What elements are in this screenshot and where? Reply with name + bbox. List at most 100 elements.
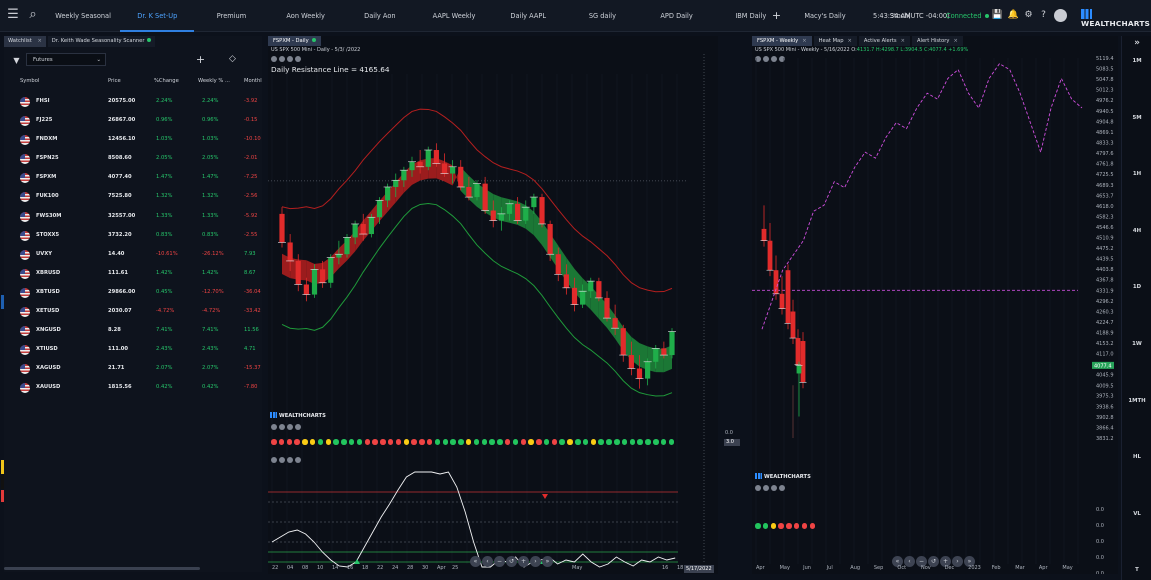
table-row[interactable]: FWS30M 32557.00 1.33% 1.33% -5.92 (4, 207, 262, 226)
filter-icon[interactable]: ▼ (10, 54, 23, 67)
candle-body (523, 207, 529, 221)
timeframe-1m[interactable]: 1M (1122, 58, 1151, 64)
wk-cell: -12.70% (202, 288, 224, 295)
tab-daily-chart[interactable]: FSPXM - Daily (268, 36, 321, 46)
candle-body (506, 203, 513, 214)
tab-8[interactable]: APD Daily (640, 0, 714, 32)
timeframe-t[interactable]: T (1122, 567, 1151, 573)
tab-seasonality-scanner[interactable]: Dr. Keith Wade Seasonality Scanner (47, 36, 156, 47)
symbol-cell: XETUSD (36, 308, 60, 315)
minimize-icon[interactable] (295, 424, 301, 430)
timeframe-1w[interactable]: 1W (1122, 341, 1151, 347)
table-row[interactable]: FUK100 7525.80 1.32% 1.32% -2.56 (4, 187, 262, 206)
close-icon[interactable]: × (953, 36, 957, 46)
table-row[interactable]: FHSI 20575.00 2.24% 2.24% -3.92 (4, 92, 262, 111)
mo-cell: -2.55 (244, 231, 258, 238)
table-row[interactable]: XTIUSD 111.00 2.43% 2.43% 4.71 (4, 340, 262, 359)
tab-heat-map[interactable]: Heat Map × (813, 36, 857, 46)
eye-icon[interactable] (279, 457, 285, 463)
price-cell: 1815.56 (108, 384, 132, 391)
tab-active-alerts[interactable]: Active Alerts × (858, 36, 910, 46)
add-tab-button[interactable]: + (770, 9, 783, 22)
menu-icon[interactable]: ☰ (4, 6, 22, 24)
eye-icon[interactable] (763, 485, 769, 491)
tab-3[interactable]: Aon Weekly (269, 0, 343, 32)
tab-7[interactable]: SG daily (565, 0, 639, 32)
tab-2[interactable]: Premium (194, 0, 268, 32)
close-icon[interactable]: × (848, 36, 852, 46)
weekly-chart-panel: FSPXM - Weekly × Heat Map × Active Alerts ×… (752, 36, 1118, 574)
col-monthly[interactable]: Monthl (244, 78, 262, 84)
table-row[interactable]: FSPN25 8508.60 2.05% 2.05% -2.01 (4, 149, 262, 168)
timezone[interactable]: (UTC -04:00) (908, 0, 950, 32)
timeframe-4h[interactable]: 4H (1122, 228, 1151, 234)
expand-icon[interactable]: » (1122, 38, 1151, 48)
col-symbol[interactable]: Symbol (20, 78, 39, 84)
search-icon[interactable]: ⌕ (24, 6, 42, 24)
tab-6[interactable]: Daily AAPL (491, 0, 565, 32)
minimize-icon[interactable] (295, 457, 301, 463)
settings-icon[interactable] (271, 457, 277, 463)
candle-body (645, 361, 651, 379)
watchlist-scrollbar[interactable] (4, 567, 200, 570)
signal-dot (356, 439, 363, 445)
symbol-cell: XNGUSD (36, 327, 61, 334)
signal-dot (629, 439, 636, 445)
eye-icon[interactable] (279, 424, 285, 430)
signal-dot (520, 439, 526, 445)
settings-icon[interactable] (271, 424, 277, 430)
save-icon[interactable]: 💾 (991, 9, 1004, 22)
daily-price-chart[interactable]: 4836.14800.24765.54729.84694.94659.94624… (268, 54, 718, 574)
table-row[interactable]: UVXY 14.40 -10.61% -26.12% 7.93 (4, 245, 262, 264)
table-row[interactable]: XBTUSD 29866.00 0.45% -12.70% -36.04 (4, 283, 262, 302)
tab-alert-history[interactable]: Alert History × (911, 36, 963, 46)
x-tick-label: Sep (873, 565, 884, 571)
table-row[interactable]: XETUSD 2030.07 -4.72% -4.72% -33.42 (4, 302, 262, 321)
timeframe-5m[interactable]: 5M (1122, 115, 1151, 121)
add-symbol-button[interactable]: + (194, 53, 207, 66)
minimize-icon[interactable] (779, 485, 785, 491)
user-icon[interactable] (1054, 9, 1067, 22)
col-price[interactable]: Price (108, 78, 121, 84)
table-row[interactable]: STOXX5 3732.20 0.83% 0.83% -2.55 (4, 226, 262, 245)
gear-icon[interactable]: ⚙ (1022, 9, 1035, 22)
table-row[interactable]: XNGUSD 8.28 7.41% 7.41% 11.56 (4, 321, 262, 340)
table-row[interactable]: FNDXM 12456.10 1.03% 1.03% -10.10 (4, 130, 262, 149)
table-row[interactable]: XAUUSD 1815.56 0.42% 0.42% -7.80 (4, 378, 262, 397)
watchlist-filter-select[interactable]: Futures ⌄ (26, 53, 106, 66)
price-tick-label: 4045.9 (1096, 373, 1114, 379)
tab-10[interactable]: Macy's Daily (788, 0, 862, 32)
close-icon[interactable]: × (901, 36, 905, 46)
col-weekly[interactable]: Weekly % ... (198, 78, 230, 84)
close-icon[interactable] (287, 424, 293, 430)
chg-cell: 2.24% (156, 98, 173, 104)
col-change[interactable]: %Change (154, 78, 179, 84)
table-row[interactable]: FJ225 26867.00 0.96% 0.96% -0.15 (4, 111, 262, 130)
tab-1[interactable]: Dr. K Set-Up (120, 0, 195, 32)
alert-icon[interactable]: 🔔 (1007, 9, 1020, 22)
timeframe-hl[interactable]: HL (1122, 454, 1151, 460)
tab-5[interactable]: AAPL Weekly (417, 0, 491, 32)
settings-icon[interactable] (755, 485, 761, 491)
eraser-icon[interactable]: ◇ (226, 53, 239, 66)
tab-watchlist[interactable]: Watchlist × (4, 36, 46, 47)
tab-weekly-chart[interactable]: FSPXM - Weekly × (752, 36, 812, 46)
close-icon[interactable]: × (802, 36, 806, 46)
close-icon[interactable]: × (37, 36, 41, 47)
table-row[interactable]: XBRUSD 111.61 1.42% 1.42% 8.67 (4, 264, 262, 283)
timeframe-1d[interactable]: 1D (1122, 284, 1151, 290)
price-cell: 111.00 (108, 346, 129, 353)
close-icon[interactable] (287, 457, 293, 463)
help-icon[interactable]: ? (1037, 9, 1050, 22)
close-icon[interactable] (771, 485, 777, 491)
timeframe-vl[interactable]: VL (1122, 511, 1151, 517)
x-tick-label: 24 (392, 565, 399, 571)
chg-cell: 0.96% (156, 117, 173, 124)
timeframe-1mth[interactable]: 1MTH (1122, 398, 1151, 404)
tab-0[interactable]: Weekly Seasonal (46, 0, 120, 32)
tab-4[interactable]: Daily Aon (343, 0, 417, 32)
table-row[interactable]: FSPXM 4077.40 1.47% 1.47% -7.25 (4, 168, 262, 187)
timeframe-1h[interactable]: 1H (1122, 171, 1151, 177)
weekly-price-chart[interactable]: 5119.4 5083.5 5047.8 5012.3 4976.2 4940.5 4904… (752, 54, 1118, 574)
table-row[interactable]: XAGUSD 21.71 2.07% 2.07% -15.37 (4, 359, 262, 378)
